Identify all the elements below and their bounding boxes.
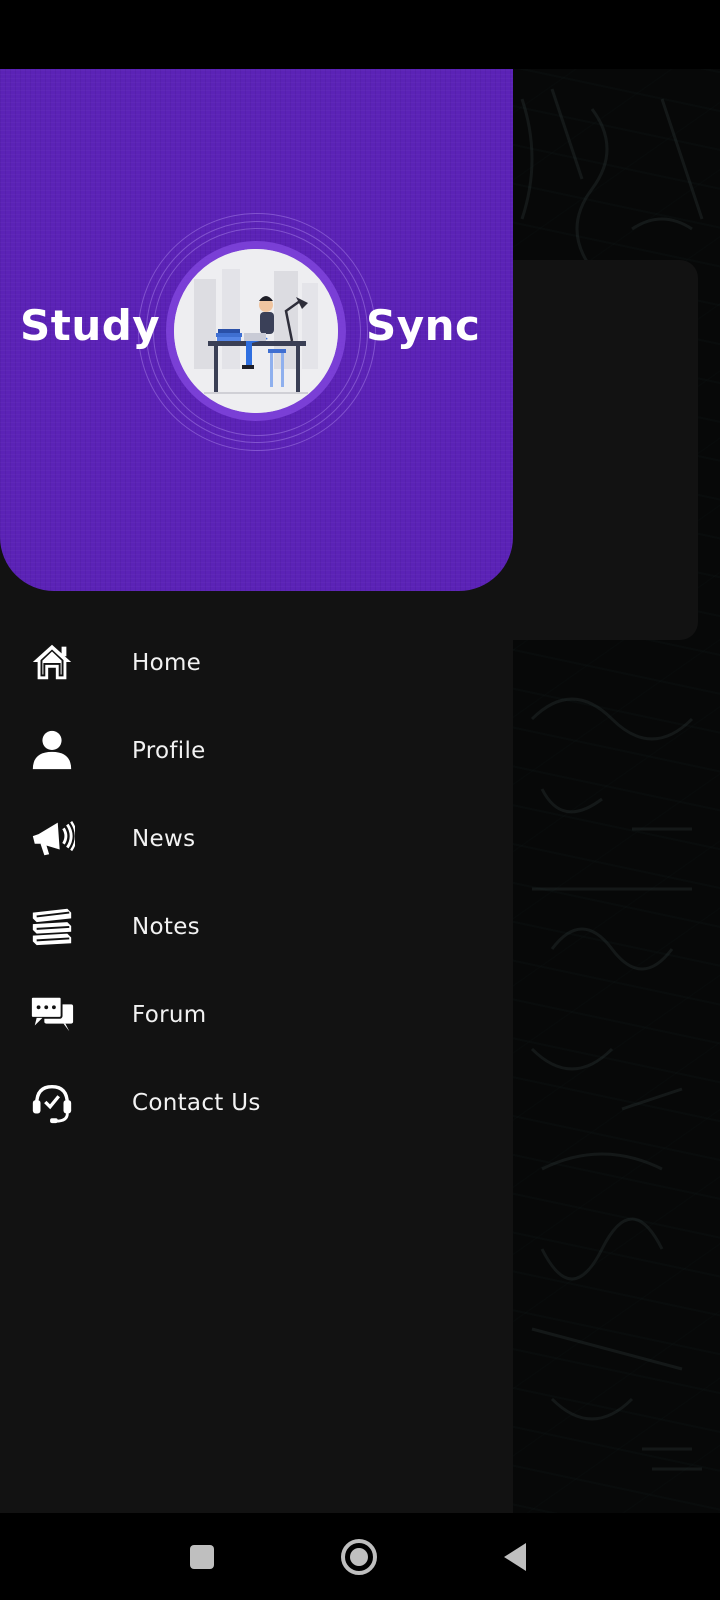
- menu-item-forum[interactable]: Forum: [0, 971, 513, 1059]
- navigation-drawer: Study Sync Home Profile News Notes Forum…: [0, 69, 513, 1513]
- megaphone-icon: [32, 821, 75, 856]
- menu-label-forum: Forum: [132, 1002, 207, 1028]
- back-button[interactable]: [494, 1535, 538, 1579]
- menu-label-home: Home: [132, 650, 202, 676]
- menu-item-home[interactable]: Home: [0, 619, 513, 707]
- app-logo: [166, 241, 346, 421]
- menu-label-contact-us: Contact Us: [132, 1090, 261, 1116]
- recents-button[interactable]: [180, 1535, 224, 1579]
- chat-bubbles-icon: [29, 995, 74, 1032]
- menu-item-news[interactable]: News: [0, 795, 513, 883]
- brand-word-right: Sync: [366, 301, 481, 350]
- system-navigation-bar: [0, 1513, 720, 1600]
- menu-label-news: News: [132, 826, 196, 852]
- person-icon: [32, 730, 72, 770]
- drawer-header: Study Sync: [0, 69, 513, 591]
- brand-word-left: Study: [20, 301, 161, 350]
- student-at-desk-illustration: [174, 249, 338, 413]
- menu-label-notes: Notes: [132, 914, 200, 940]
- books-icon: [32, 908, 72, 946]
- status-bar: [0, 0, 720, 69]
- menu-label-profile: Profile: [132, 738, 206, 764]
- menu-item-profile[interactable]: Profile: [0, 707, 513, 795]
- home-button[interactable]: [337, 1535, 381, 1579]
- drawer-menu: Home Profile News Notes Forum Contact Us: [0, 619, 513, 1147]
- home-icon: [32, 644, 72, 680]
- menu-item-notes[interactable]: Notes: [0, 883, 513, 971]
- menu-item-contact-us[interactable]: Contact Us: [0, 1059, 513, 1147]
- headset-icon: [32, 1084, 72, 1124]
